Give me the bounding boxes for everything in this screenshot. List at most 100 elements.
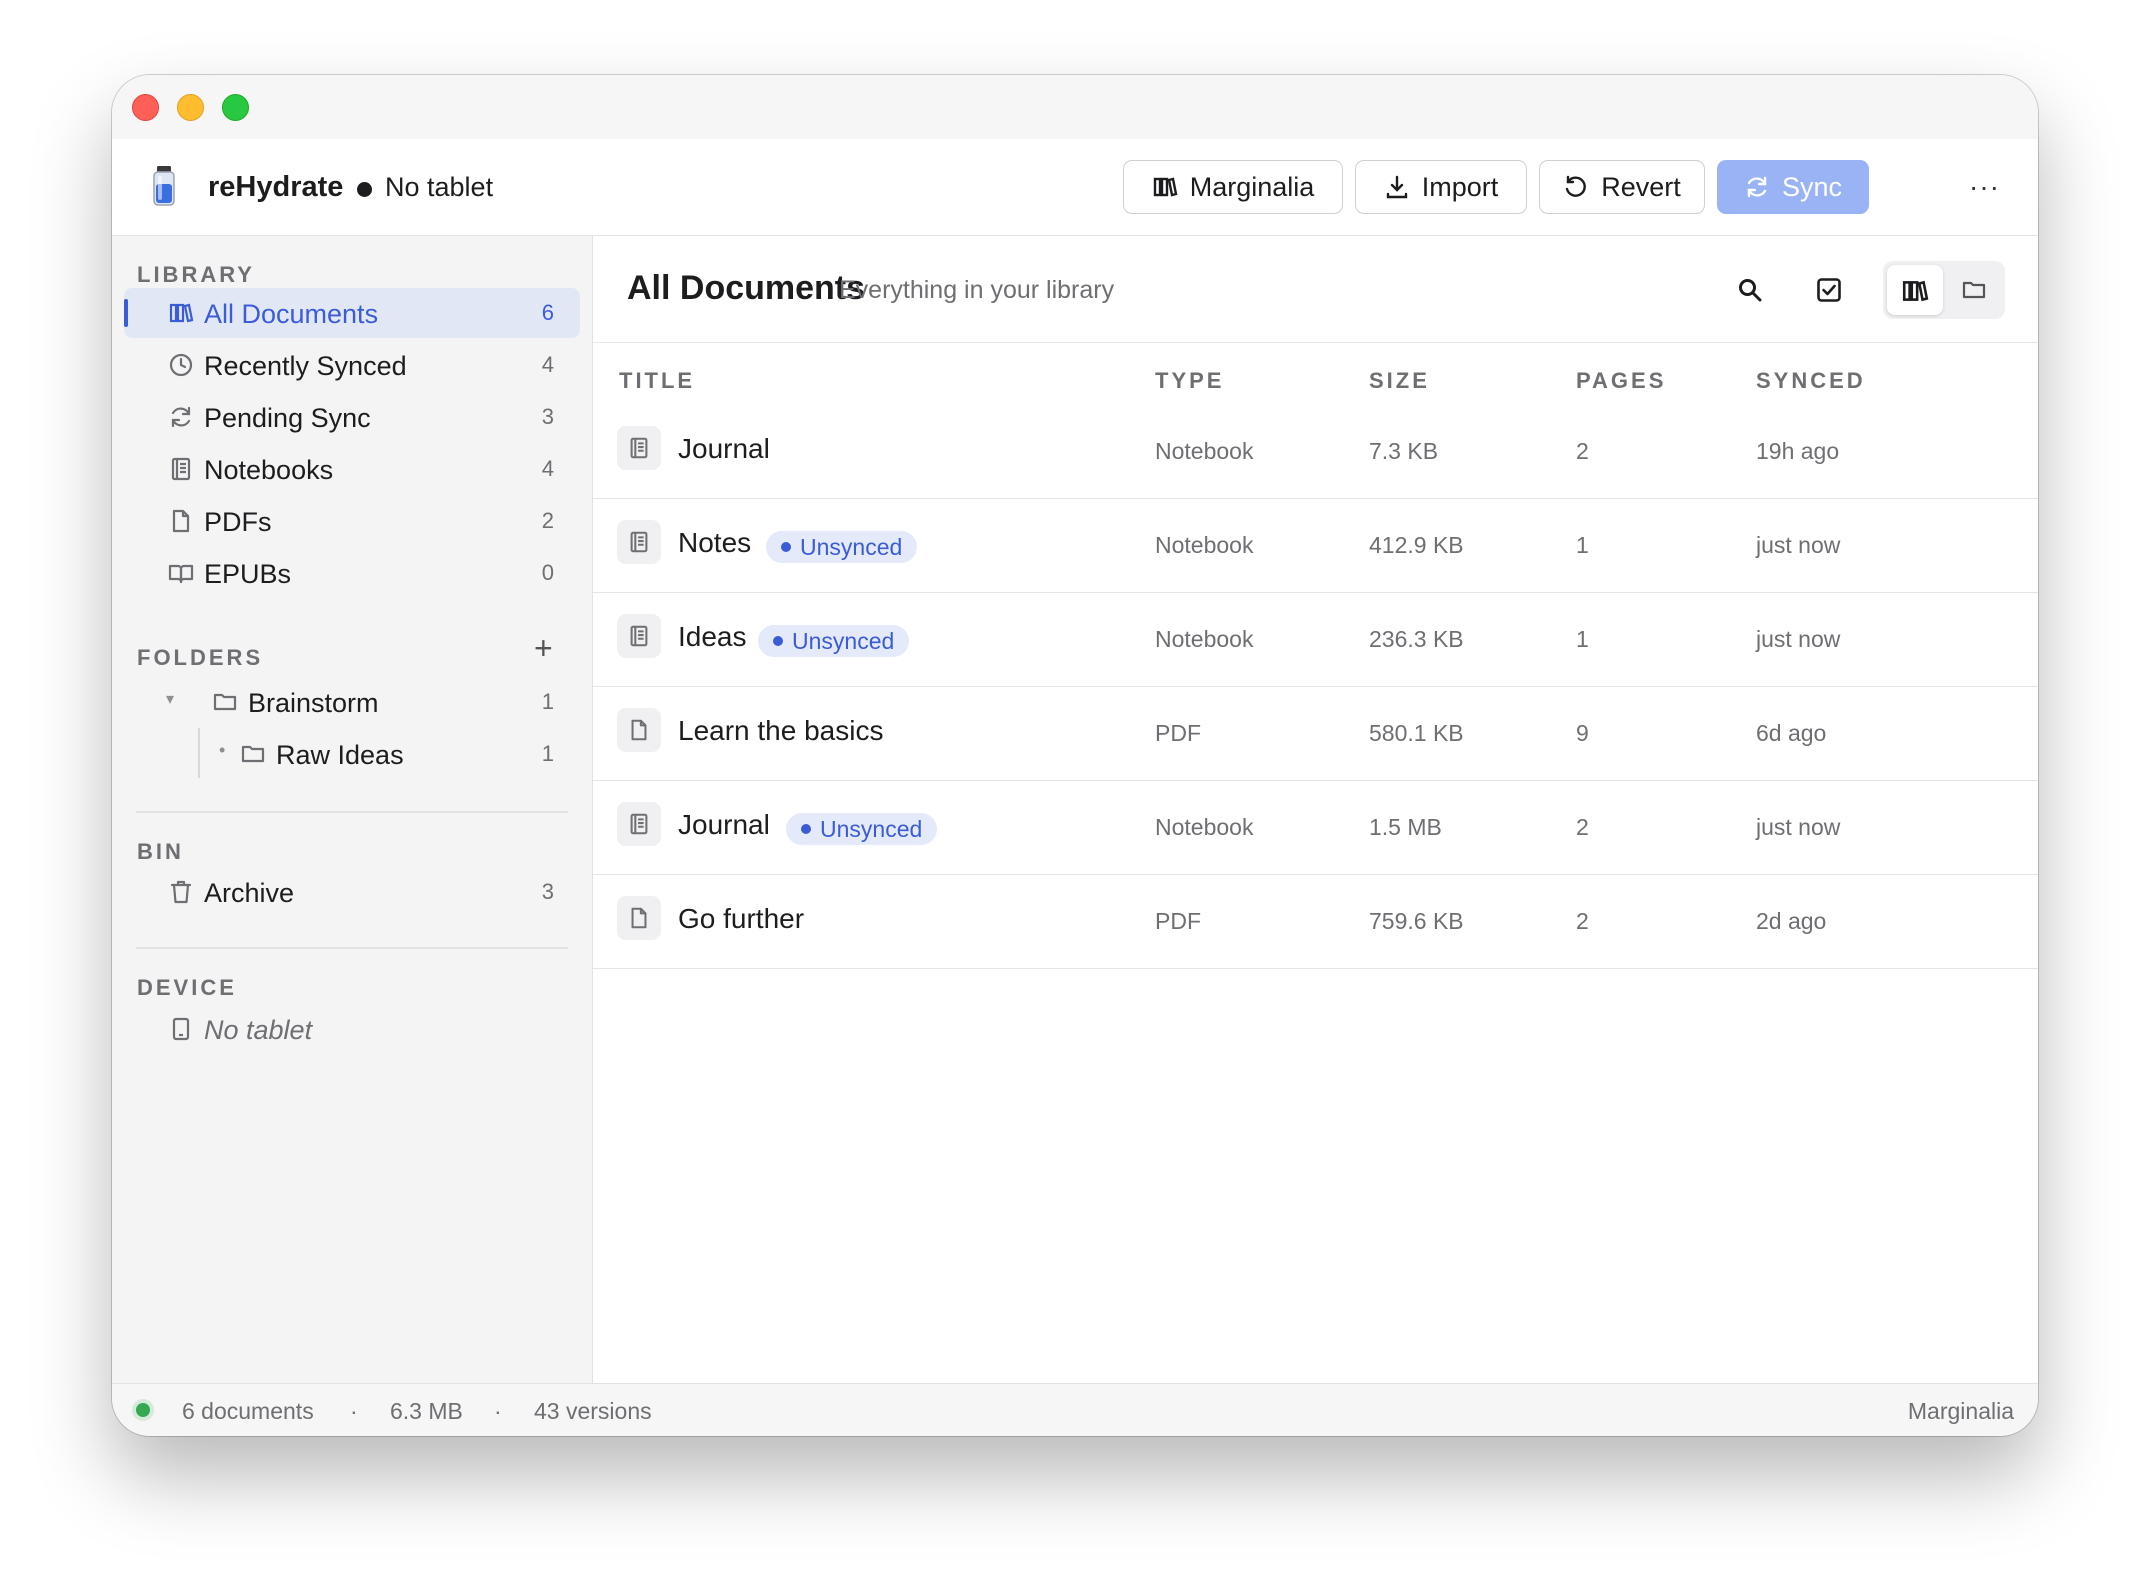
folder-icon bbox=[213, 693, 237, 711]
document-pages: 2 bbox=[1576, 908, 1589, 934]
main-panel: All Documents Everything in your library bbox=[593, 236, 2038, 1384]
close-window-button[interactable] bbox=[132, 94, 159, 121]
sidebar-item-device[interactable]: No tablet bbox=[124, 1004, 580, 1054]
notebook-icon bbox=[617, 520, 661, 564]
clock-icon bbox=[169, 353, 193, 377]
document-synced: 6d ago bbox=[1756, 720, 1827, 746]
document-title: Ideas bbox=[678, 621, 747, 652]
search-icon[interactable] bbox=[1736, 276, 1764, 304]
table-row[interactable]: Notes Unsynced Notebook 412.9 KB 1 just … bbox=[593, 498, 2038, 593]
table-row[interactable]: Go further PDF 759.6 KB 2 2d ago bbox=[593, 874, 2038, 969]
document-count: 6 documents bbox=[182, 1398, 314, 1424]
revert-button[interactable]: Revert bbox=[1539, 160, 1705, 214]
status-separator: · bbox=[350, 1398, 358, 1424]
sidebar-item-label: Brainstorm bbox=[248, 688, 379, 718]
column-header-title[interactable]: TITLE bbox=[619, 368, 695, 394]
sidebar-item-label: Notebooks bbox=[204, 455, 334, 485]
sidebar-item-count: 0 bbox=[541, 560, 554, 585]
document-title: Journal bbox=[678, 809, 770, 840]
table-row[interactable]: Journal Unsynced Notebook 1.5 MB 2 just … bbox=[593, 780, 2038, 875]
folder-view-icon[interactable] bbox=[1961, 277, 1987, 303]
unsynced-badge: Unsynced bbox=[758, 625, 910, 657]
main-header: All Documents Everything in your library bbox=[593, 236, 2038, 343]
document-type: PDF bbox=[1155, 908, 1201, 934]
minimize-window-button[interactable] bbox=[177, 94, 204, 121]
sidebar-item-raw-ideas[interactable]: • Raw Ideas 1 bbox=[124, 729, 580, 779]
unsynced-badge: Unsynced bbox=[786, 813, 938, 845]
sidebar: LIBRARY All Documents 6 Recently Synced … bbox=[112, 236, 593, 1384]
table-row[interactable]: Journal Notebook 7.3 KB 2 19h ago bbox=[593, 404, 2038, 499]
select-checkbox-icon[interactable] bbox=[1815, 276, 1843, 304]
document-pages: 1 bbox=[1576, 532, 1589, 558]
document-type: Notebook bbox=[1155, 438, 1254, 464]
document-synced: 19h ago bbox=[1756, 438, 1840, 464]
document-title: Notes bbox=[678, 527, 752, 558]
sidebar-item-count: 1 bbox=[541, 689, 554, 714]
sidebar-item-count: 3 bbox=[541, 879, 554, 904]
trash-icon bbox=[170, 880, 192, 904]
marginalia-button[interactable]: Marginalia bbox=[1123, 160, 1343, 214]
notebook-icon bbox=[171, 457, 191, 481]
document-size: 236.3 KB bbox=[1369, 626, 1464, 652]
notebook-icon bbox=[617, 426, 661, 470]
toolbar: reHydrate No tablet Marginalia Import Re… bbox=[112, 139, 2038, 236]
document-size: 580.1 KB bbox=[1369, 720, 1464, 746]
document-pages: 9 bbox=[1576, 720, 1589, 746]
sidebar-item-label: PDFs bbox=[204, 507, 272, 537]
document-size: 1.5 MB bbox=[1369, 814, 1442, 840]
revert-button-label: Revert bbox=[1601, 171, 1681, 202]
document-title: Go further bbox=[678, 903, 805, 934]
document-synced: 2d ago bbox=[1756, 908, 1827, 934]
column-header-synced[interactable]: SYNCED bbox=[1756, 368, 1866, 394]
document-type: PDF bbox=[1155, 720, 1201, 746]
document-title: Learn the basics bbox=[678, 715, 884, 746]
library-icon bbox=[169, 303, 194, 323]
column-header-type[interactable]: TYPE bbox=[1155, 368, 1224, 394]
sidebar-item-epubs[interactable]: EPUBs 0 bbox=[124, 548, 580, 598]
library-view-button[interactable] bbox=[1887, 265, 1943, 315]
tablet-icon bbox=[172, 1017, 190, 1041]
sidebar-item-label: All Documents bbox=[204, 299, 379, 329]
document-size: 7.3 KB bbox=[1369, 438, 1439, 464]
sidebar-item-label: EPUBs bbox=[204, 559, 292, 589]
zoom-window-button[interactable] bbox=[222, 94, 249, 121]
app-name: reHydrate bbox=[208, 171, 344, 203]
sidebar-item-pdfs[interactable]: PDFs 2 bbox=[124, 496, 580, 546]
document-size: 759.6 KB bbox=[1369, 908, 1464, 934]
sidebar-item-pending-sync[interactable]: Pending Sync 3 bbox=[124, 392, 580, 442]
more-options-button[interactable]: ··· bbox=[1969, 173, 2000, 201]
sync-button[interactable]: Sync bbox=[1717, 160, 1869, 214]
download-icon bbox=[1386, 175, 1407, 199]
sidebar-item-recently-synced[interactable]: Recently Synced 4 bbox=[124, 340, 580, 390]
import-button[interactable]: Import bbox=[1355, 160, 1527, 214]
folders-heading: FOLDERS bbox=[137, 645, 264, 670]
table-row[interactable]: Ideas Unsynced Notebook 236.3 KB 1 just … bbox=[593, 592, 2038, 687]
sidebar-item-notebooks[interactable]: Notebooks 4 bbox=[124, 444, 580, 494]
sidebar-item-label: Recently Synced bbox=[204, 351, 407, 381]
document-pages: 1 bbox=[1576, 626, 1589, 652]
bullet-icon: • bbox=[219, 740, 226, 760]
sidebar-item-count: 4 bbox=[541, 456, 554, 481]
document-title: Journal bbox=[678, 433, 770, 464]
table-row[interactable]: Learn the basics PDF 580.1 KB 9 6d ago bbox=[593, 686, 2038, 781]
add-folder-button[interactable]: + bbox=[534, 632, 553, 664]
sidebar-item-brainstorm[interactable]: ▾ Brainstorm 1 bbox=[124, 677, 580, 727]
library-name: Marginalia bbox=[1907, 1398, 2014, 1424]
notebook-icon bbox=[617, 802, 661, 846]
sidebar-item-archive[interactable]: Archive 3 bbox=[124, 867, 580, 917]
connection-status: No tablet bbox=[385, 172, 494, 202]
app-window: reHydrate No tablet Marginalia Import Re… bbox=[112, 75, 2038, 1436]
sidebar-item-label: Pending Sync bbox=[204, 403, 371, 433]
sidebar-item-all-documents[interactable]: All Documents 6 bbox=[124, 288, 580, 338]
page-subtitle: Everything in your library bbox=[839, 276, 1115, 304]
file-icon bbox=[617, 896, 661, 940]
document-synced: just now bbox=[1756, 532, 1841, 558]
status-bar: 6 documents · 6.3 MB · 43 versions Margi… bbox=[112, 1383, 2038, 1436]
document-type: Notebook bbox=[1155, 626, 1254, 652]
column-header-size[interactable]: SIZE bbox=[1369, 368, 1430, 394]
expand-caret-icon[interactable]: ▾ bbox=[166, 689, 174, 709]
sidebar-item-count: 3 bbox=[541, 404, 554, 429]
file-icon bbox=[172, 509, 190, 533]
file-icon bbox=[617, 708, 661, 752]
column-header-pages[interactable]: PAGES bbox=[1576, 368, 1666, 394]
